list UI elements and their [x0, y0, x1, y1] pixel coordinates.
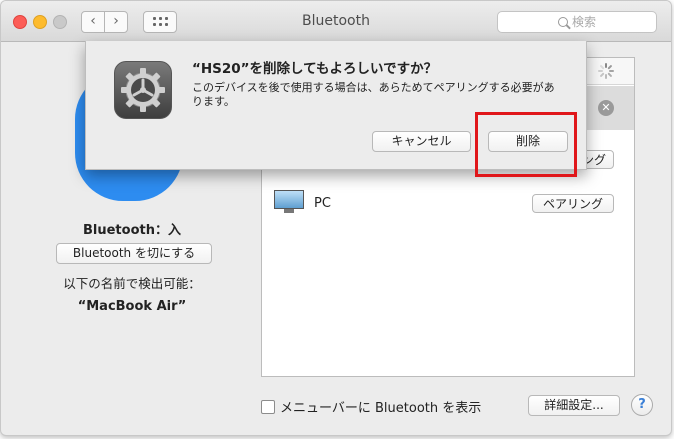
remove-icon[interactable]: ✕: [598, 100, 614, 116]
discoverable-label: 以下の名前で検出可能：: [63, 276, 201, 291]
cancel-button[interactable]: キャンセル: [372, 131, 471, 152]
search-icon: [557, 17, 568, 27]
checkbox-box[interactable]: [261, 400, 275, 414]
gear-icon: [114, 61, 172, 119]
computer-name: “MacBook Air”: [77, 299, 187, 314]
monitor-icon: [274, 190, 304, 213]
show-in-menubar-label: メニューバーに Bluetooth を表示: [280, 401, 482, 416]
dialog-message: このデバイスを後で使用する場合は、あらためてペアリングする必要があります。: [192, 81, 555, 108]
device-row-pc[interactable]: PC ペアリング: [262, 186, 634, 222]
show-in-menubar-checkbox[interactable]: メニューバーに Bluetooth を表示: [261, 397, 481, 416]
delete-button[interactable]: 削除: [488, 131, 568, 152]
search-field[interactable]: 検索: [497, 11, 657, 33]
device-name-pc: PC: [314, 196, 331, 211]
pair-button-pc[interactable]: ペアリング: [532, 194, 614, 213]
spinner-icon: [598, 63, 614, 79]
advanced-button[interactable]: 詳細設定...: [528, 395, 620, 416]
dialog-title: “HS20”を削除してもよろしいですか？: [192, 61, 438, 77]
turn-off-bluetooth-button[interactable]: Bluetooth を切にする: [56, 243, 212, 264]
delete-confirmation-dialog: “HS20”を削除してもよろしいですか？ このデバイスを後で使用する場合は、あら…: [85, 41, 587, 170]
preferences-window: ‹ › Bluetooth 検索 Bluetooth：入 Bluetooth を…: [0, 0, 672, 436]
title-bar: ‹ › Bluetooth 検索: [1, 1, 671, 42]
bluetooth-status: Bluetooth：入: [83, 223, 181, 238]
search-placeholder: 検索: [571, 15, 596, 29]
help-button[interactable]: ?: [631, 394, 653, 416]
